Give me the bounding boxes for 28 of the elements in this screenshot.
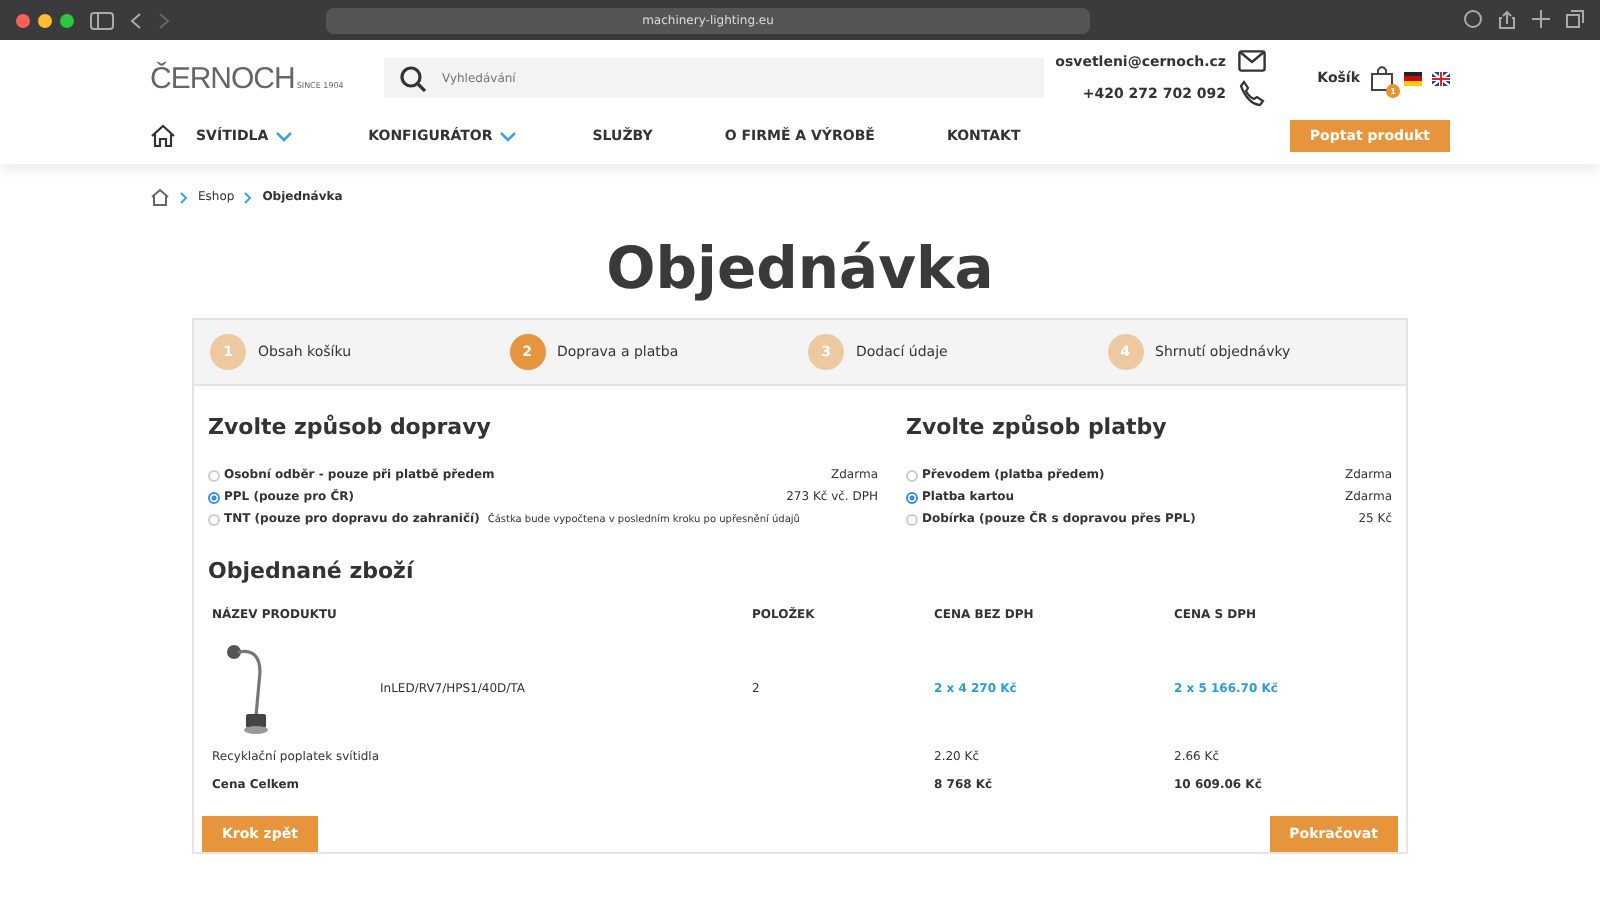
chevron-right-icon bbox=[244, 191, 253, 203]
home-icon[interactable] bbox=[150, 188, 170, 206]
plus-icon[interactable] bbox=[1532, 10, 1550, 28]
british-flag-icon[interactable] bbox=[1432, 71, 1450, 85]
back-icon[interactable] bbox=[130, 11, 142, 29]
german-flag-icon[interactable] bbox=[1404, 71, 1422, 85]
section-heading: Zvolte způsob platby bbox=[906, 414, 1169, 440]
minimize-icon[interactable] bbox=[38, 13, 52, 27]
sidebar-icon[interactable] bbox=[90, 11, 114, 29]
radio-button[interactable] bbox=[208, 513, 220, 525]
radio-button[interactable] bbox=[906, 491, 918, 503]
close-icon[interactable] bbox=[16, 13, 30, 27]
maximize-icon[interactable] bbox=[60, 13, 74, 27]
search-icon[interactable] bbox=[400, 65, 426, 91]
chevron-right-icon bbox=[180, 191, 188, 203]
tabs-icon[interactable] bbox=[1566, 10, 1584, 28]
radio-button[interactable] bbox=[906, 513, 918, 525]
radio-button[interactable] bbox=[208, 491, 220, 503]
radio-button[interactable] bbox=[208, 469, 220, 481]
home-icon[interactable] bbox=[150, 124, 176, 148]
share-icon[interactable] bbox=[1498, 10, 1516, 30]
page-title: Objednávka bbox=[604, 234, 996, 302]
section-heading: Objednané zboží bbox=[208, 558, 416, 584]
phone-icon[interactable] bbox=[1238, 80, 1266, 106]
radio-button[interactable] bbox=[906, 469, 918, 481]
section-heading: Zvolte způsob dopravy bbox=[208, 414, 493, 440]
shopping-bag-icon[interactable] bbox=[1370, 64, 1394, 92]
envelope-icon[interactable] bbox=[1238, 50, 1266, 72]
